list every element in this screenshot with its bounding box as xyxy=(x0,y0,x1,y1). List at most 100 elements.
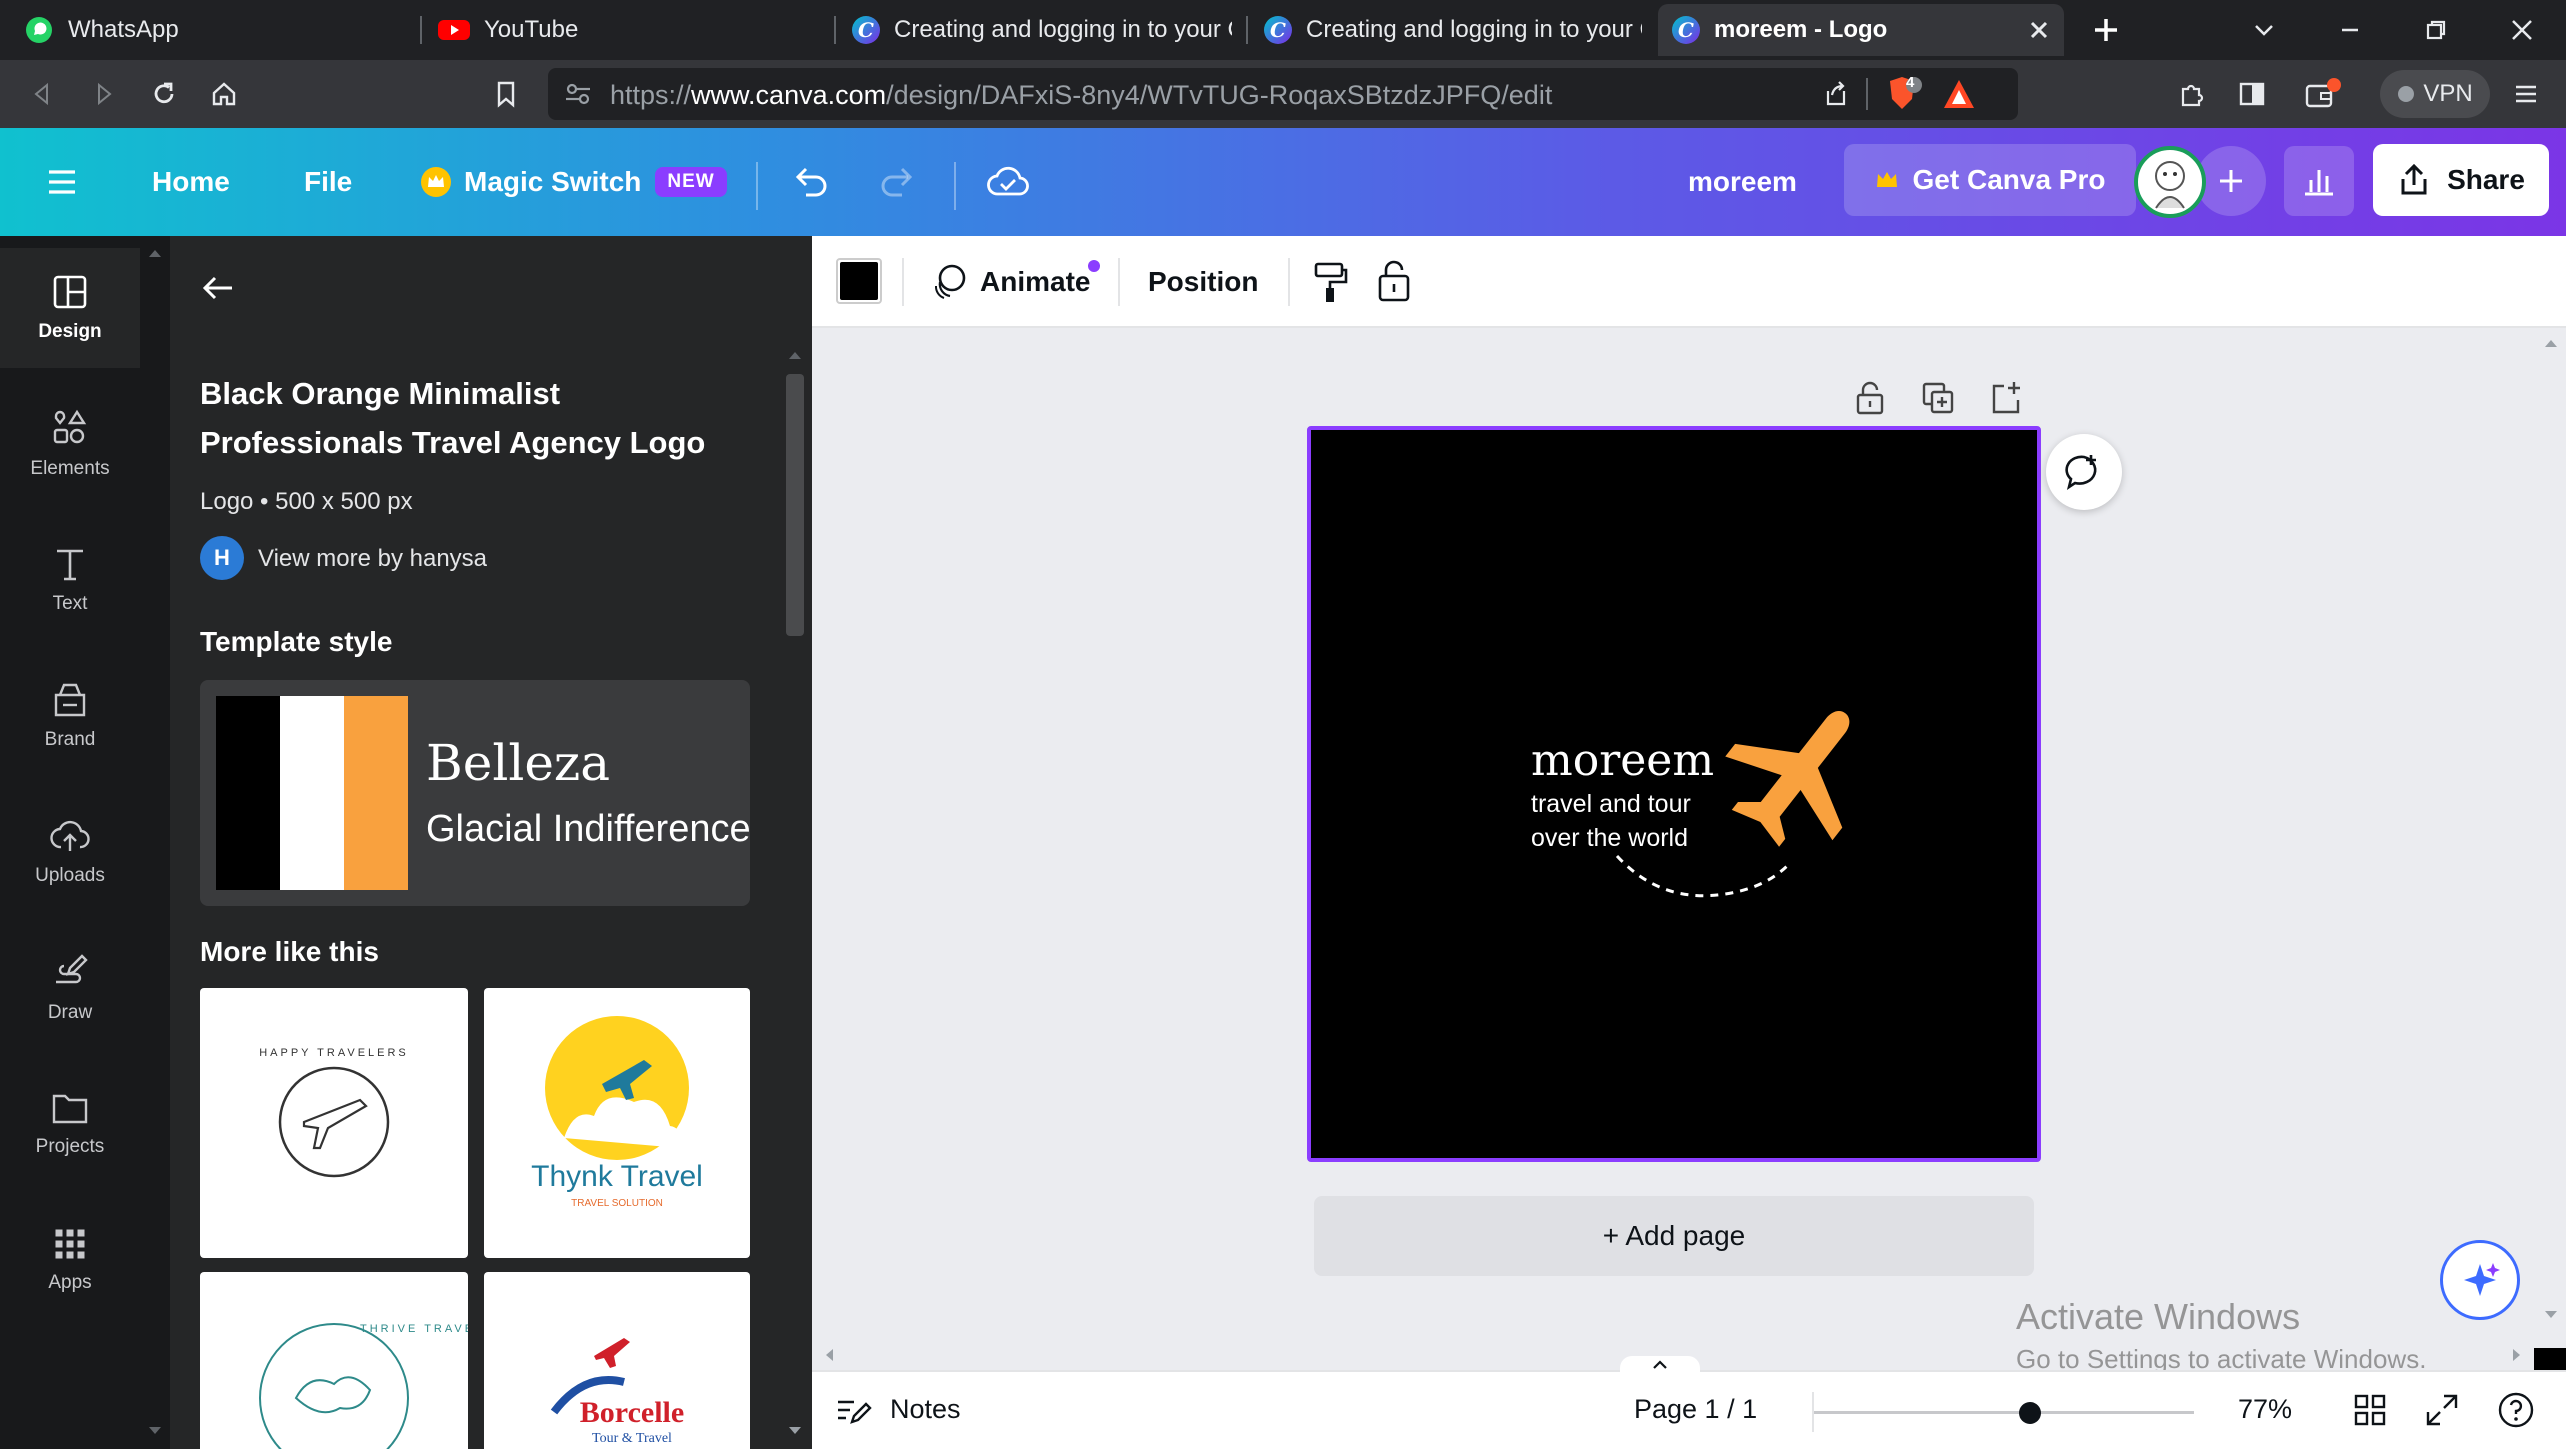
rail-item-elements[interactable]: Elements xyxy=(0,384,140,504)
thumb-arc-text: THRIVE TRAVEL xyxy=(360,1323,468,1335)
home-button[interactable]: Home xyxy=(152,154,230,210)
home-icon[interactable] xyxy=(202,72,246,116)
site-settings-icon[interactable] xyxy=(564,81,592,107)
rail-item-brand[interactable]: Brand xyxy=(0,656,140,776)
rail-item-design[interactable]: Design xyxy=(0,248,140,368)
tab-whatsapp[interactable]: WhatsApp xyxy=(10,4,420,56)
main-menu-icon[interactable] xyxy=(46,154,78,210)
template-thumbnail[interactable]: HAPPY TRAVELERS xyxy=(200,988,468,1258)
lock-icon[interactable] xyxy=(1374,258,1414,304)
add-comment-button[interactable] xyxy=(2046,434,2122,510)
template-style-heading: Template style xyxy=(200,626,393,657)
workspace-scrollbar[interactable] xyxy=(2534,328,2566,1348)
zoom-slider[interactable] xyxy=(1814,1398,2194,1426)
brave-rewards-icon[interactable] xyxy=(1942,78,1976,110)
canva-header: Home File Magic Switch NEW moreem Get Ca… xyxy=(0,128,2566,236)
panel-scroll-thumb[interactable] xyxy=(786,374,804,636)
tab-canva-help-2[interactable]: C Creating and logging in to your Ca xyxy=(1250,4,1656,56)
back-icon[interactable] xyxy=(20,72,64,116)
vpn-button[interactable]: VPN xyxy=(2380,70,2490,118)
browser-menu-icon[interactable] xyxy=(2504,72,2548,116)
duplicate-page-icon[interactable] xyxy=(1920,380,1956,416)
new-badge: NEW xyxy=(655,167,727,197)
style-swatch-white xyxy=(280,696,344,890)
file-menu-button[interactable]: File xyxy=(304,154,352,210)
forward-icon[interactable] xyxy=(82,72,126,116)
fullscreen-icon[interactable] xyxy=(2424,1392,2460,1428)
template-thumbnail[interactable]: Borcelle Tour & Travel xyxy=(484,1272,750,1449)
new-tab-icon[interactable] xyxy=(2086,10,2126,50)
rail-item-uploads[interactable]: Uploads xyxy=(0,792,140,912)
close-window-icon[interactable] xyxy=(2502,10,2542,50)
close-tab-icon[interactable] xyxy=(2028,19,2050,41)
insights-button[interactable] xyxy=(2284,146,2354,216)
add-page-icon[interactable] xyxy=(1988,380,2024,416)
view-more-link[interactable]: View more by hanysa xyxy=(258,545,487,573)
left-rail: Design Elements Text Brand Uploads Draw … xyxy=(0,236,140,1449)
animate-icon xyxy=(930,262,970,302)
get-canva-pro-button[interactable]: Get Canva Pro xyxy=(1844,144,2136,216)
avatar[interactable] xyxy=(2134,146,2206,218)
zoom-level[interactable]: 77% xyxy=(2238,1394,2292,1425)
more-like-this-heading: More like this xyxy=(200,936,379,967)
url-bar[interactable]: https://www.canva.com/design/DAFxiS-8ny4… xyxy=(548,68,2018,120)
tab-moreem-logo[interactable]: C moreem - Logo xyxy=(1658,4,2064,56)
vpn-status-icon xyxy=(2397,85,2415,103)
reload-icon[interactable] xyxy=(142,72,186,116)
sidebar-icon[interactable] xyxy=(2230,72,2274,116)
rail-item-text[interactable]: Text xyxy=(0,520,140,640)
crown-icon xyxy=(420,166,452,198)
add-page-button[interactable]: + Add page xyxy=(1314,1196,2034,1276)
redo-icon[interactable] xyxy=(878,154,918,210)
notes-button[interactable]: Notes xyxy=(890,1394,961,1425)
draw-icon xyxy=(56,954,88,984)
style-swatch-black xyxy=(216,696,280,890)
help-icon[interactable] xyxy=(2496,1390,2536,1430)
share-page-icon[interactable] xyxy=(1820,79,1850,109)
tab-title: YouTube xyxy=(484,16,579,43)
undo-icon[interactable] xyxy=(790,154,830,210)
airplane-icon xyxy=(1725,711,1850,847)
color-swatch[interactable] xyxy=(836,258,882,304)
design-name[interactable]: moreem xyxy=(1688,154,1797,210)
rail-item-apps[interactable]: Apps xyxy=(0,1200,140,1320)
tab-search-icon[interactable] xyxy=(2244,10,2284,50)
brave-shields-icon[interactable] xyxy=(1884,75,1924,113)
tab-title: Creating and logging in to your Ca xyxy=(894,16,1232,43)
canva-icon: C xyxy=(1672,16,1700,44)
back-arrow-icon[interactable] xyxy=(200,272,236,304)
template-style-card[interactable]: Belleza Glacial Indifference xyxy=(200,680,750,906)
design-canvas[interactable]: moreem travel and tour over the world xyxy=(1307,426,2041,1162)
extensions-icon[interactable] xyxy=(2170,72,2214,116)
thumb-name: Thynk Travel xyxy=(531,1160,703,1193)
zoom-slider-thumb[interactable] xyxy=(2019,1402,2041,1424)
tab-title: moreem - Logo xyxy=(1714,16,1888,43)
tab-canva-help-1[interactable]: C Creating and logging in to your Ca xyxy=(838,4,1246,56)
magic-assistant-button[interactable] xyxy=(2440,1240,2520,1320)
magic-switch-button[interactable]: Magic Switch NEW xyxy=(420,154,727,210)
grid-view-icon[interactable] xyxy=(2352,1392,2388,1428)
page-indicator[interactable]: Page 1 / 1 xyxy=(1634,1394,1757,1425)
canva-icon: C xyxy=(852,16,880,44)
panel-scrollbar[interactable] xyxy=(782,340,808,1449)
share-button[interactable]: Share xyxy=(2373,144,2549,216)
copy-style-icon[interactable] xyxy=(1310,260,1352,304)
template-thumbnail[interactable]: THRIVE TRAVEL xyxy=(200,1272,468,1449)
rail-item-projects[interactable]: Projects xyxy=(0,1064,140,1184)
tab-youtube[interactable]: YouTube xyxy=(424,4,834,56)
notes-icon[interactable] xyxy=(834,1394,872,1428)
wallet-icon[interactable] xyxy=(2302,72,2346,116)
cloud-saved-icon[interactable] xyxy=(986,154,1030,210)
position-button[interactable]: Position xyxy=(1148,266,1258,298)
rail-item-draw[interactable]: Draw xyxy=(0,928,140,1048)
rail-scrollbar[interactable] xyxy=(140,236,170,1449)
restore-icon[interactable] xyxy=(2416,10,2456,50)
bookmark-icon[interactable] xyxy=(484,72,528,116)
whatsapp-icon xyxy=(24,15,54,45)
lock-page-icon[interactable] xyxy=(1852,380,1888,416)
add-collaborator-button[interactable] xyxy=(2196,146,2266,216)
animate-button[interactable]: Animate xyxy=(930,258,1101,306)
show-pages-handle[interactable] xyxy=(1620,1356,1700,1374)
minimize-icon[interactable] xyxy=(2330,10,2370,50)
template-thumbnail[interactable]: Thynk Travel TRAVEL SOLUTION xyxy=(484,988,750,1258)
